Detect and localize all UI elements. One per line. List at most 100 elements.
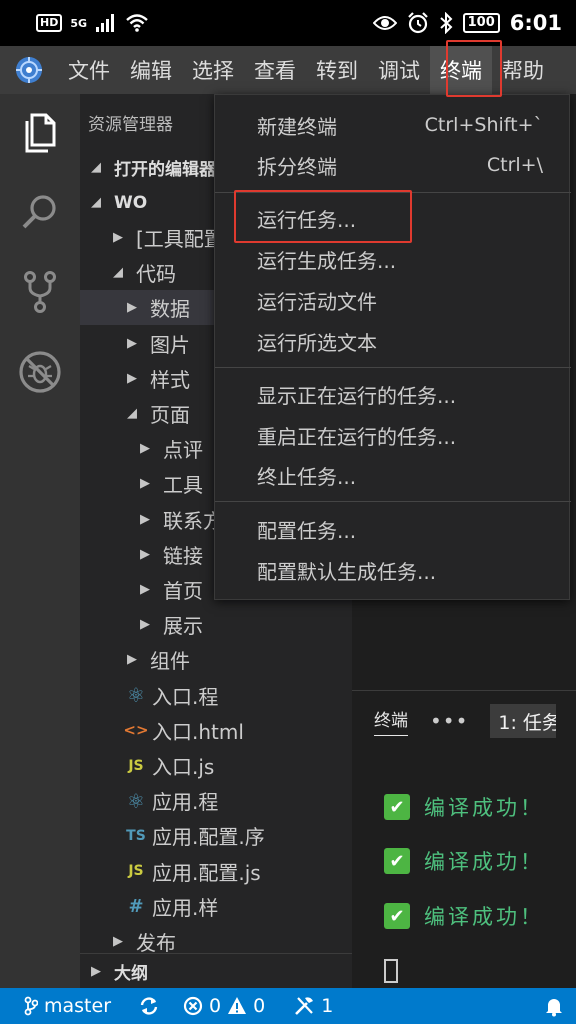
html-file-icon: <> (123, 721, 149, 740)
chevron-right-icon[interactable]: ▶ (135, 617, 155, 632)
menu-debug[interactable]: 调试 (368, 46, 430, 94)
battery-icon: 100 (462, 13, 500, 33)
chevron-right-icon[interactable]: ▶ (135, 512, 155, 527)
terminal-line-text: 编译成功！ (424, 850, 544, 874)
chevron-right-icon[interactable]: ▶ (122, 652, 142, 667)
tree-item-label: 代码 (136, 262, 176, 287)
sync-icon (140, 997, 158, 1015)
react-file-icon: ⚛ (127, 683, 145, 708)
check-icon: ✔ (384, 903, 410, 929)
terminal-tabs: 终端 ••• 1: 任务 (352, 691, 576, 751)
menu-split-terminal[interactable]: 拆分终端 Ctrl+\ (215, 145, 571, 185)
chevron-right-icon[interactable]: ▶ (135, 582, 155, 597)
file-item[interactable]: TS 应用.配置.序 (80, 818, 352, 853)
check-icon: ✔ (384, 794, 410, 820)
file-item[interactable]: # 应用.样 (80, 889, 352, 924)
app-logo-icon (0, 46, 58, 94)
menu-terminal[interactable]: 终端 (430, 46, 492, 94)
search-icon[interactable] (16, 186, 64, 238)
menu-item-label: 显示正在运行的任务... (257, 383, 457, 408)
sync-button[interactable] (139, 996, 159, 1016)
tools-indicator[interactable]: 1 (293, 995, 333, 1017)
outline-section[interactable]: ▶ 大纲 (80, 953, 352, 988)
bell-icon (546, 999, 562, 1017)
menu-run-build-task[interactable]: 运行生成任务... (215, 239, 571, 279)
branch-name: master (44, 995, 112, 1017)
tree-item-label: 发布 (136, 931, 176, 955)
chevron-right-icon[interactable]: ▶ (135, 547, 155, 562)
menu-run-task[interactable]: 运行任务... (215, 198, 571, 238)
outline-label: 大纲 (114, 963, 148, 984)
menu-view[interactable]: 查看 (244, 46, 306, 94)
ts-file-icon: TS (126, 827, 146, 844)
menu-help[interactable]: 帮助 (492, 46, 554, 94)
menu-run-active-file[interactable]: 运行活动文件 (215, 280, 571, 320)
menu-item-label: 拆分终端 (257, 154, 337, 179)
tree-item-label: 链接 (163, 543, 203, 568)
git-branch[interactable]: master (24, 995, 111, 1017)
screen: HD 5G 100 6:01 文件 编辑 选择 查看 转到 调试 终端 帮助 资… (0, 0, 576, 1024)
file-item[interactable]: JS 入口.js (80, 748, 352, 783)
menu-bar: 文件 编辑 选择 查看 转到 调试 终端 帮助 (0, 46, 576, 94)
file-item[interactable]: ⚛ 入口.程 (80, 678, 352, 713)
chevron-right-icon[interactable]: ▶ (122, 371, 142, 386)
file-item[interactable]: JS 应用.配置.js (80, 854, 352, 889)
terminal-output-line: ✔ 编译成功！ (384, 900, 544, 932)
git-branch-icon (24, 996, 38, 1016)
problems-indicator[interactable]: 0 0 (183, 995, 265, 1017)
menu-edit[interactable]: 编辑 (120, 46, 182, 94)
folder-item[interactable]: ▶ 组件 (80, 642, 352, 677)
menu-terminate-task[interactable]: 终止任务... (215, 455, 571, 495)
menu-restart-running-task[interactable]: 重启正在运行的任务... (215, 415, 571, 455)
react-file-icon: ⚛ (127, 788, 145, 813)
tree-item-label: 首页 (163, 579, 203, 603)
chevron-down-icon[interactable]: ◢ (108, 265, 128, 280)
js-file-icon: JS (128, 863, 144, 880)
more-actions-icon[interactable]: ••• (430, 709, 468, 733)
explorer-files-icon[interactable] (16, 106, 64, 158)
chevron-right-icon[interactable]: ▶ (108, 934, 128, 949)
menu-configure-default-build-task[interactable]: 配置默认生成任务... (215, 550, 571, 590)
menu-show-running-tasks[interactable]: 显示正在运行的任务... (215, 374, 571, 414)
menu-shortcut: Ctrl+\ (486, 154, 543, 176)
file-item[interactable]: ⚛ 应用.程 (80, 783, 352, 818)
terminal-cursor (384, 959, 398, 983)
chevron-right-icon[interactable]: ▶ (135, 441, 155, 456)
tree-item-label: 入口.程 (152, 684, 219, 709)
tree-item-label: 应用.配置.js (152, 860, 261, 885)
tree-item-label: 组件 (150, 649, 190, 674)
folder-item[interactable]: ▶ 展示 (80, 607, 352, 642)
chevron-right-icon[interactable]: ▶ (135, 476, 155, 491)
menu-run-selected-text[interactable]: 运行所选文本 (215, 321, 571, 361)
chevron-down-icon[interactable]: ◢ (122, 406, 142, 421)
chevron-right-icon[interactable]: ▶ (122, 336, 142, 351)
menu-item-label: 运行所选文本 (257, 330, 377, 355)
warning-count: 0 (253, 995, 266, 1017)
menu-file[interactable]: 文件 (58, 46, 120, 94)
chevron-right-icon[interactable]: ▶ (122, 300, 142, 315)
tree-item-label: 应用.配置.序 (152, 825, 265, 850)
terminal-output-line: ✔ 编译成功！ (384, 845, 544, 877)
chevron-right-icon: ▶ (91, 963, 101, 979)
menu-item-label: 运行任务... (257, 207, 357, 232)
tree-item-label: 展示 (163, 614, 203, 639)
menu-go[interactable]: 转到 (306, 46, 368, 94)
menu-selection[interactable]: 选择 (182, 46, 244, 94)
file-item[interactable]: <> 入口.html (80, 713, 352, 748)
activity-bar (0, 94, 80, 988)
terminal-output-line: ✔ 编译成功！ (384, 791, 544, 823)
notifications-button[interactable] (544, 995, 564, 1017)
tree-item-label: [工具配置 (136, 227, 224, 251)
signal-icon (96, 14, 115, 32)
chevron-right-icon[interactable]: ▶ (108, 230, 128, 245)
source-control-icon[interactable] (16, 266, 64, 318)
network-type: 5G (70, 16, 88, 30)
menu-new-terminal[interactable]: 新建终端 Ctrl+Shift+` (215, 105, 571, 145)
status-right: 100 6:01 (372, 11, 562, 35)
debug-disabled-icon[interactable] (16, 346, 64, 398)
menu-configure-tasks[interactable]: 配置任务... (215, 509, 571, 549)
terminal-select[interactable]: 1: 任务 (490, 704, 557, 738)
terminal-tab[interactable]: 终端 (374, 706, 408, 736)
menu-separator (215, 367, 571, 368)
chevron-down-icon: ◢ (91, 195, 101, 210)
